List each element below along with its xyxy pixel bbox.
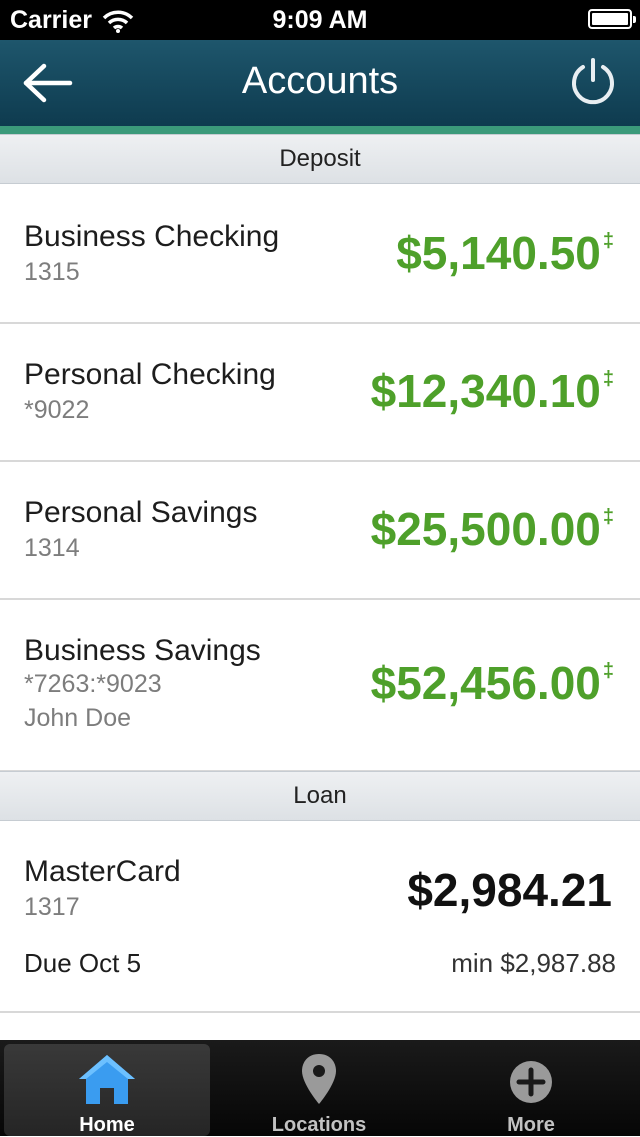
plus-circle-icon — [510, 1061, 552, 1103]
account-row-personal-checking[interactable]: Personal Checking *9022 $12,340.10 ‡ — [0, 324, 640, 462]
minimum-payment: min $2,987.88 — [451, 948, 616, 978]
account-number: 1314 — [24, 534, 80, 562]
home-icon — [79, 1055, 135, 1104]
power-icon — [572, 58, 614, 105]
account-balance: $2,984.21 — [407, 864, 612, 916]
account-number: *7263:*9023 — [24, 670, 162, 698]
due-date: Due Oct 5 — [24, 948, 142, 978]
section-header-deposit: Deposit — [0, 134, 640, 184]
account-number: *9022 — [24, 396, 90, 424]
account-number: 1315 — [24, 258, 80, 286]
battery-icon — [588, 9, 636, 29]
balance-footnote-mark: ‡ — [602, 368, 614, 390]
tab-more[interactable]: More — [428, 1044, 634, 1136]
account-name: MasterCard — [24, 855, 181, 888]
account-name: Business Savings — [24, 634, 261, 667]
account-name: Personal Savings — [24, 496, 258, 529]
tab-label: Locations — [271, 1114, 367, 1136]
section-header-loan: Loan — [0, 771, 640, 821]
account-name: Business Checking — [24, 220, 280, 253]
account-owner: John Doe — [24, 704, 132, 732]
status-bar: Carrier 9:09 AM — [0, 0, 640, 40]
tab-label: More — [507, 1114, 555, 1136]
tab-home[interactable]: Home — [4, 1044, 210, 1136]
account-balance: $5,140.50 ‡ — [396, 227, 614, 279]
balance-footnote-mark: ‡ — [602, 230, 614, 252]
page-title: Accounts — [241, 60, 399, 102]
balance-footnote-mark: ‡ — [602, 506, 614, 528]
status-time: 9:09 AM — [272, 6, 368, 34]
account-row-personal-savings[interactable]: Personal Savings 1314 $25,500.00 ‡ — [0, 462, 640, 600]
tab-locations[interactable]: Locations — [216, 1044, 422, 1136]
account-row-business-savings[interactable]: Business Savings *7263:*9023 John Doe $5… — [0, 600, 640, 772]
account-number: 1317 — [24, 893, 80, 921]
account-row-business-checking[interactable]: Business Checking 1315 $5,140.50 ‡ — [0, 184, 640, 324]
account-balance: $12,340.10 ‡ — [370, 365, 614, 417]
location-pin-icon — [302, 1054, 336, 1104]
balance-footnote-mark: ‡ — [602, 660, 614, 682]
account-row-mastercard[interactable]: MasterCard 1317 $2,984.21 Due Oct 5 min … — [0, 821, 640, 1013]
tab-label: Home — [79, 1114, 135, 1136]
list-continuation — [0, 1013, 640, 1042]
logout-button[interactable] — [568, 56, 618, 106]
account-balance: $25,500.00 ‡ — [370, 503, 614, 555]
nav-bar: Accounts — [0, 40, 640, 134]
account-balance: $52,456.00 ‡ — [370, 657, 614, 709]
account-name: Personal Checking — [24, 358, 276, 391]
tab-bar: Home Locations More — [0, 1040, 640, 1136]
